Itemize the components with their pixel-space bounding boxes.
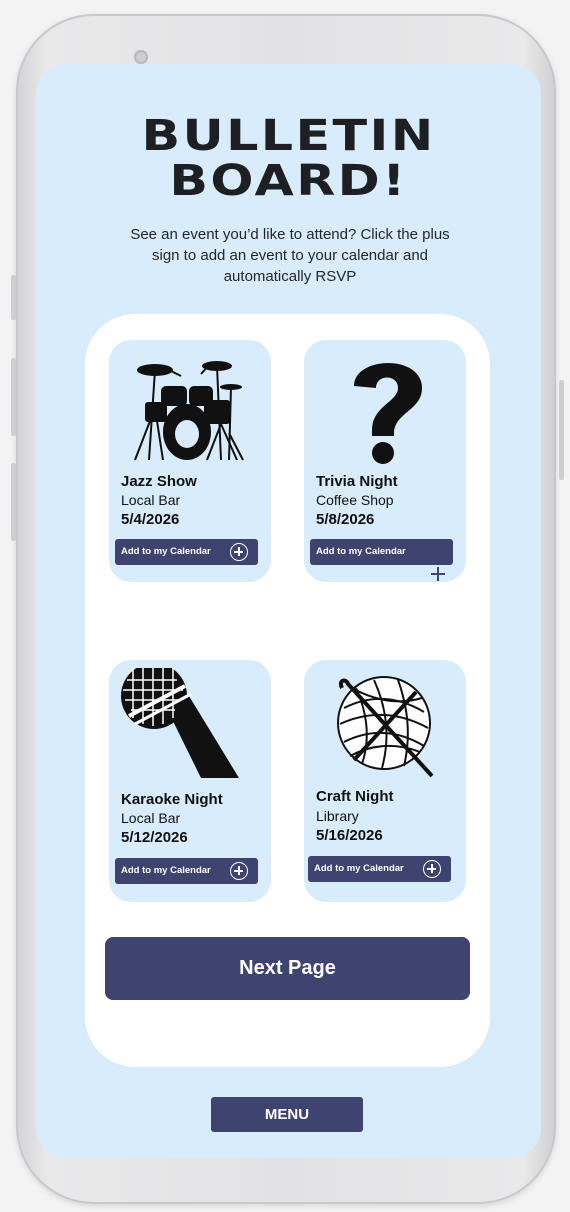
- event-name: Trivia Night: [316, 473, 398, 490]
- add-to-calendar-button[interactable]: Add to my Calendar: [308, 856, 451, 882]
- yarn-ball-icon: [337, 676, 434, 778]
- question-mark-icon: [354, 363, 422, 464]
- app-screen: BULLETIN BOARD! See an event you’d like …: [36, 64, 541, 1158]
- add-to-calendar-button[interactable]: Add to my Calendar: [310, 539, 453, 565]
- plus-icon[interactable]: [431, 567, 445, 581]
- event-date: 5/12/2026: [121, 829, 188, 846]
- title-line-2: BOARD!: [169, 156, 408, 206]
- add-to-calendar-label: Add to my Calendar: [121, 865, 211, 876]
- add-to-calendar-label: Add to my Calendar: [121, 546, 211, 557]
- page-subtitle: See an event you’d like to attend? Click…: [130, 226, 450, 285]
- camera-icon: [134, 50, 148, 64]
- add-to-calendar-label: Add to my Calendar: [314, 863, 404, 874]
- menu-button[interactable]: MENU: [211, 1097, 363, 1132]
- event-date: 5/8/2026: [316, 511, 375, 528]
- phone-power-button: [559, 380, 564, 480]
- next-page-label: Next Page: [239, 957, 336, 979]
- event-date: 5/16/2026: [316, 827, 383, 844]
- title-line-1: BULLETIN: [141, 111, 436, 161]
- event-location: Local Bar: [121, 492, 181, 508]
- event-card: Craft Night Library 5/16/2026 Add to my …: [304, 660, 466, 902]
- add-to-calendar-button[interactable]: Add to my Calendar: [115, 539, 258, 565]
- event-name: Craft Night: [316, 788, 394, 805]
- event-name: Jazz Show: [121, 473, 197, 490]
- phone-volume-up-button: [11, 358, 16, 436]
- plus-circle-icon[interactable]: [423, 860, 441, 878]
- event-location: Library: [316, 808, 359, 824]
- event-date: 5/4/2026: [121, 511, 180, 528]
- microphone-icon: [121, 668, 239, 778]
- event-name: Karaoke Night: [121, 791, 223, 808]
- add-to-calendar-label: Add to my Calendar: [316, 546, 406, 557]
- drum-kit-icon: [134, 361, 244, 461]
- next-page-button[interactable]: Next Page: [105, 937, 470, 1000]
- event-card: Trivia Night Coffee Shop 5/8/2026 Add to…: [304, 340, 466, 582]
- event-location: Coffee Shop: [316, 492, 394, 508]
- phone-volume-down-button: [11, 463, 16, 541]
- bulletin-board: Jazz Show Local Bar 5/4/2026 Add to my C…: [85, 314, 490, 1067]
- event-card: Karaoke Night Local Bar 5/12/2026 Add to…: [109, 660, 271, 902]
- event-location: Local Bar: [121, 810, 181, 826]
- page-title: BULLETIN BOARD!: [36, 114, 541, 204]
- plus-circle-icon[interactable]: [230, 543, 248, 561]
- phone-side-button: [11, 275, 16, 320]
- plus-circle-icon[interactable]: [230, 862, 248, 880]
- menu-label: MENU: [264, 1106, 310, 1123]
- event-card: Jazz Show Local Bar 5/4/2026 Add to my C…: [109, 340, 271, 582]
- add-to-calendar-button[interactable]: Add to my Calendar: [115, 858, 258, 884]
